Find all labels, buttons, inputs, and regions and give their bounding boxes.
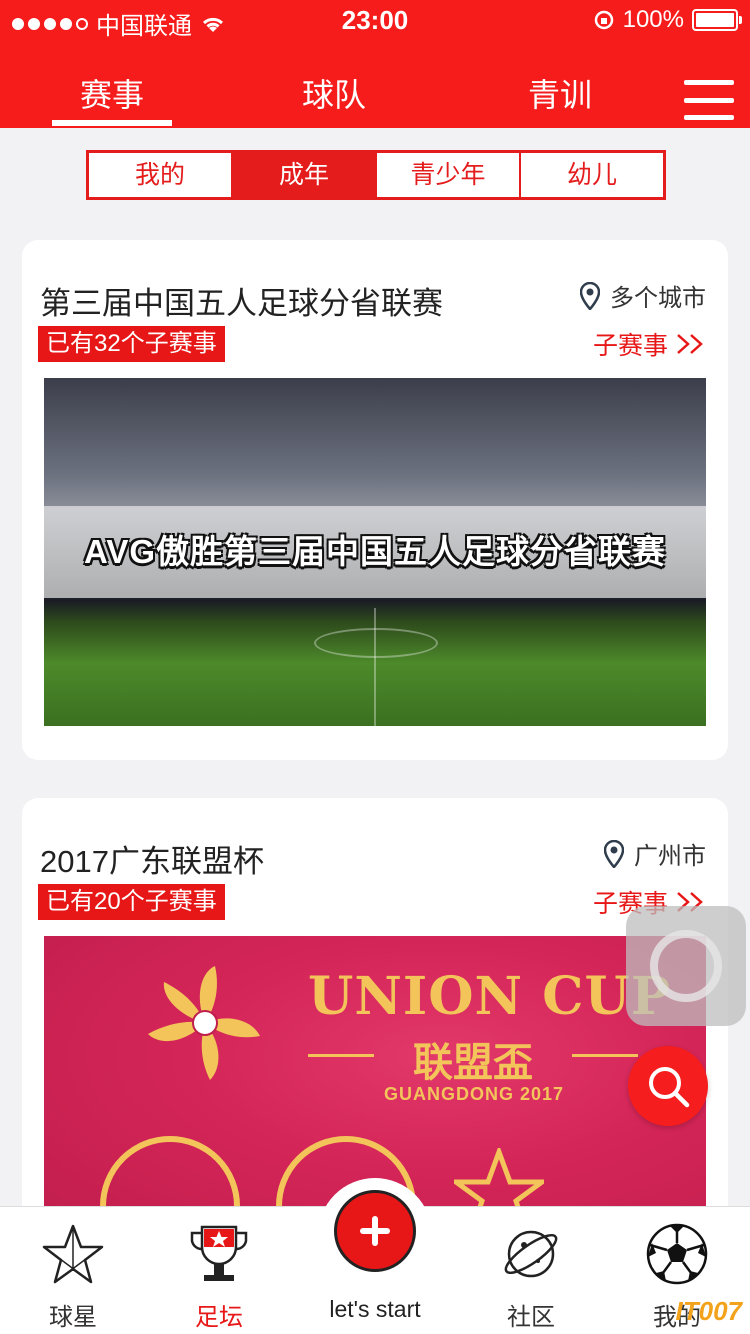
nav-label: 球星 — [49, 1304, 97, 1331]
sub-events-link[interactable]: 子赛事 — [593, 326, 706, 362]
hamburger-icon[interactable] — [684, 80, 734, 120]
location-label: 广州市 — [634, 843, 706, 870]
soccer-ball-icon — [646, 1223, 708, 1285]
assistive-ring-icon — [650, 930, 722, 1002]
filter-mine[interactable]: 我的 — [89, 153, 233, 197]
nav-label: 社区 — [507, 1304, 555, 1331]
main-tabs: 赛事 球队 青训 — [0, 64, 750, 128]
sub-event-count-badge: 已有32个子赛事 — [38, 326, 225, 362]
double-chevron-right-icon — [677, 334, 703, 354]
tab-teams[interactable]: 球队 — [264, 70, 404, 116]
nav-community[interactable]: 社区 — [476, 1221, 586, 1332]
sub-event-count-badge: 已有20个子赛事 — [38, 884, 225, 920]
search-button[interactable] — [628, 1046, 708, 1126]
tab-training[interactable]: 青训 — [490, 70, 630, 116]
battery-percent: 100% — [622, 6, 684, 33]
age-filter: 我的 成年 青少年 幼儿 — [86, 150, 666, 200]
lets-start-button[interactable] — [334, 1190, 416, 1272]
filter-adult[interactable]: 成年 — [233, 153, 377, 197]
nav-football[interactable]: 足坛 — [164, 1221, 274, 1332]
event-title: 2017广东联盟杯 — [40, 844, 264, 879]
app-header: 中国联通 23:00 100% 赛事 球队 青训 — [0, 0, 750, 128]
bauhinia-flower-icon — [148, 966, 260, 1080]
planet-icon — [504, 1230, 558, 1278]
filter-kids[interactable]: 幼儿 — [521, 153, 663, 197]
lets-start-label[interactable]: let's start — [300, 1296, 450, 1323]
battery-icon — [692, 9, 742, 31]
nav-label: 足坛 — [195, 1304, 243, 1331]
event-location: 广州市 — [604, 836, 706, 871]
nav-stars[interactable]: 球星 — [18, 1221, 128, 1332]
search-icon — [649, 1067, 690, 1108]
event-banner-image[interactable]: AVG傲胜第三届中国五人足球分省联赛 — [44, 378, 706, 726]
tab-events[interactable]: 赛事 — [42, 70, 182, 116]
star-icon — [42, 1224, 104, 1284]
status-bar: 中国联通 23:00 100% — [0, 0, 750, 40]
banner-title: UNION CUP — [308, 966, 671, 1027]
assistive-touch-button[interactable] — [626, 906, 746, 1026]
active-tab-indicator — [52, 120, 172, 126]
plus-icon — [360, 1216, 390, 1246]
location-pin-icon — [604, 839, 624, 868]
banner-year: GUANGDONG 2017 — [384, 1084, 565, 1104]
watermark: IT007 — [675, 1296, 743, 1326]
banner-text: AVG傲胜第三届中国五人足球分省联赛 — [83, 533, 667, 570]
pitch-line — [374, 608, 376, 726]
event-card[interactable]: 2017广东联盟杯 广州市 已有20个子赛事 子赛事 UNION CUP 联盟盃… — [22, 798, 728, 1238]
status-right: 100% — [593, 6, 742, 34]
location-label: 多个城市 — [610, 285, 706, 312]
event-card[interactable]: 第三届中国五人足球分省联赛 多个城市 已有32个子赛事 子赛事 AVG傲胜第三届… — [22, 240, 728, 760]
event-location: 多个城市 — [580, 278, 706, 313]
filter-youth[interactable]: 青少年 — [377, 153, 521, 197]
pitch-circle — [314, 628, 438, 658]
sub-events-label: 子赛事 — [592, 332, 668, 360]
event-title: 第三届中国五人足球分省联赛 — [40, 286, 443, 321]
trophy-icon — [190, 1225, 248, 1281]
rotation-lock-icon — [594, 10, 613, 30]
location-pin-icon — [580, 281, 600, 310]
banner-subtitle: 联盟盃 — [308, 1030, 638, 1088]
